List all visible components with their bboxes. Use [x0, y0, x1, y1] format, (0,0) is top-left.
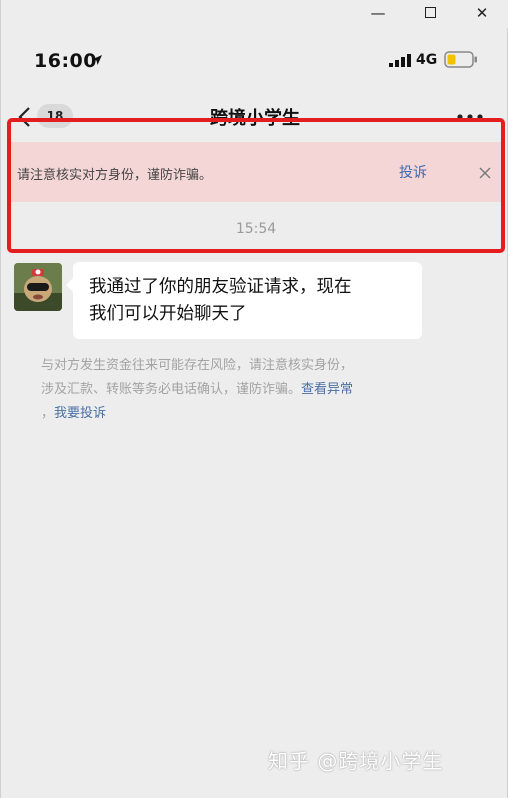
report-link[interactable]: 投诉 [399, 162, 427, 182]
location-arrow-icon [92, 55, 102, 65]
network-type: 4G [416, 52, 438, 68]
avatar[interactable] [14, 263, 62, 311]
minimize-icon[interactable]: — [363, 2, 393, 24]
status-bar: 16:00 4G [1, 40, 508, 80]
chat-window: — ✕ 16:00 4G 18 跨境小学生 请注意核实对方身份，谨防诈骗。 投诉… [0, 0, 508, 798]
notice-line: 涉及汇款、转账等务必电话确认，谨防诈骗。查看异常 [41, 378, 481, 402]
message-timestamp: 15:54 [235, 221, 277, 237]
battery-icon [444, 51, 477, 68]
notice-comma: ， [41, 406, 55, 421]
message-bubble[interactable]: 我通过了你的朋友验证请求，现在 我们可以开始聊天了 [66, 262, 422, 339]
signal-icon [389, 54, 411, 67]
complain-link[interactable]: 我要投诉 [54, 406, 106, 421]
notice-text: 涉及汇款、转账等务必电话确认，谨防诈骗。 [41, 382, 302, 397]
notice-line: ，我要投诉 [41, 402, 481, 426]
window-titlebar: — ✕ [1, 0, 508, 28]
status-time: 16:00 [34, 50, 97, 72]
highlight-box: 请注意核实对方身份，谨防诈骗。 投诉 15:54 [7, 118, 505, 253]
notice-line: 与对方发生资金往来可能存在风险，请注意核实身份， [41, 358, 354, 373]
warning-text: 请注意核实对方身份，谨防诈骗。 [17, 168, 213, 183]
close-banner-icon[interactable] [479, 167, 491, 179]
close-window-icon[interactable]: ✕ [467, 2, 497, 24]
risk-notice: 与对方发生资金往来可能存在风险，请注意核实身份， 涉及汇款、转账等务必电话确认，… [41, 354, 481, 426]
watermark: 知乎 @跨境小学生 [268, 749, 444, 773]
maximize-icon[interactable] [415, 2, 445, 24]
avatar-image [14, 263, 62, 311]
view-anomaly-link[interactable]: 查看异常 [301, 382, 353, 397]
fraud-warning-banner: 请注意核实对方身份，谨防诈骗。 投诉 [11, 142, 501, 202]
message-line: 我通过了你的朋友验证请求，现在 [89, 277, 352, 297]
message-line: 我们可以开始聊天了 [89, 304, 247, 324]
